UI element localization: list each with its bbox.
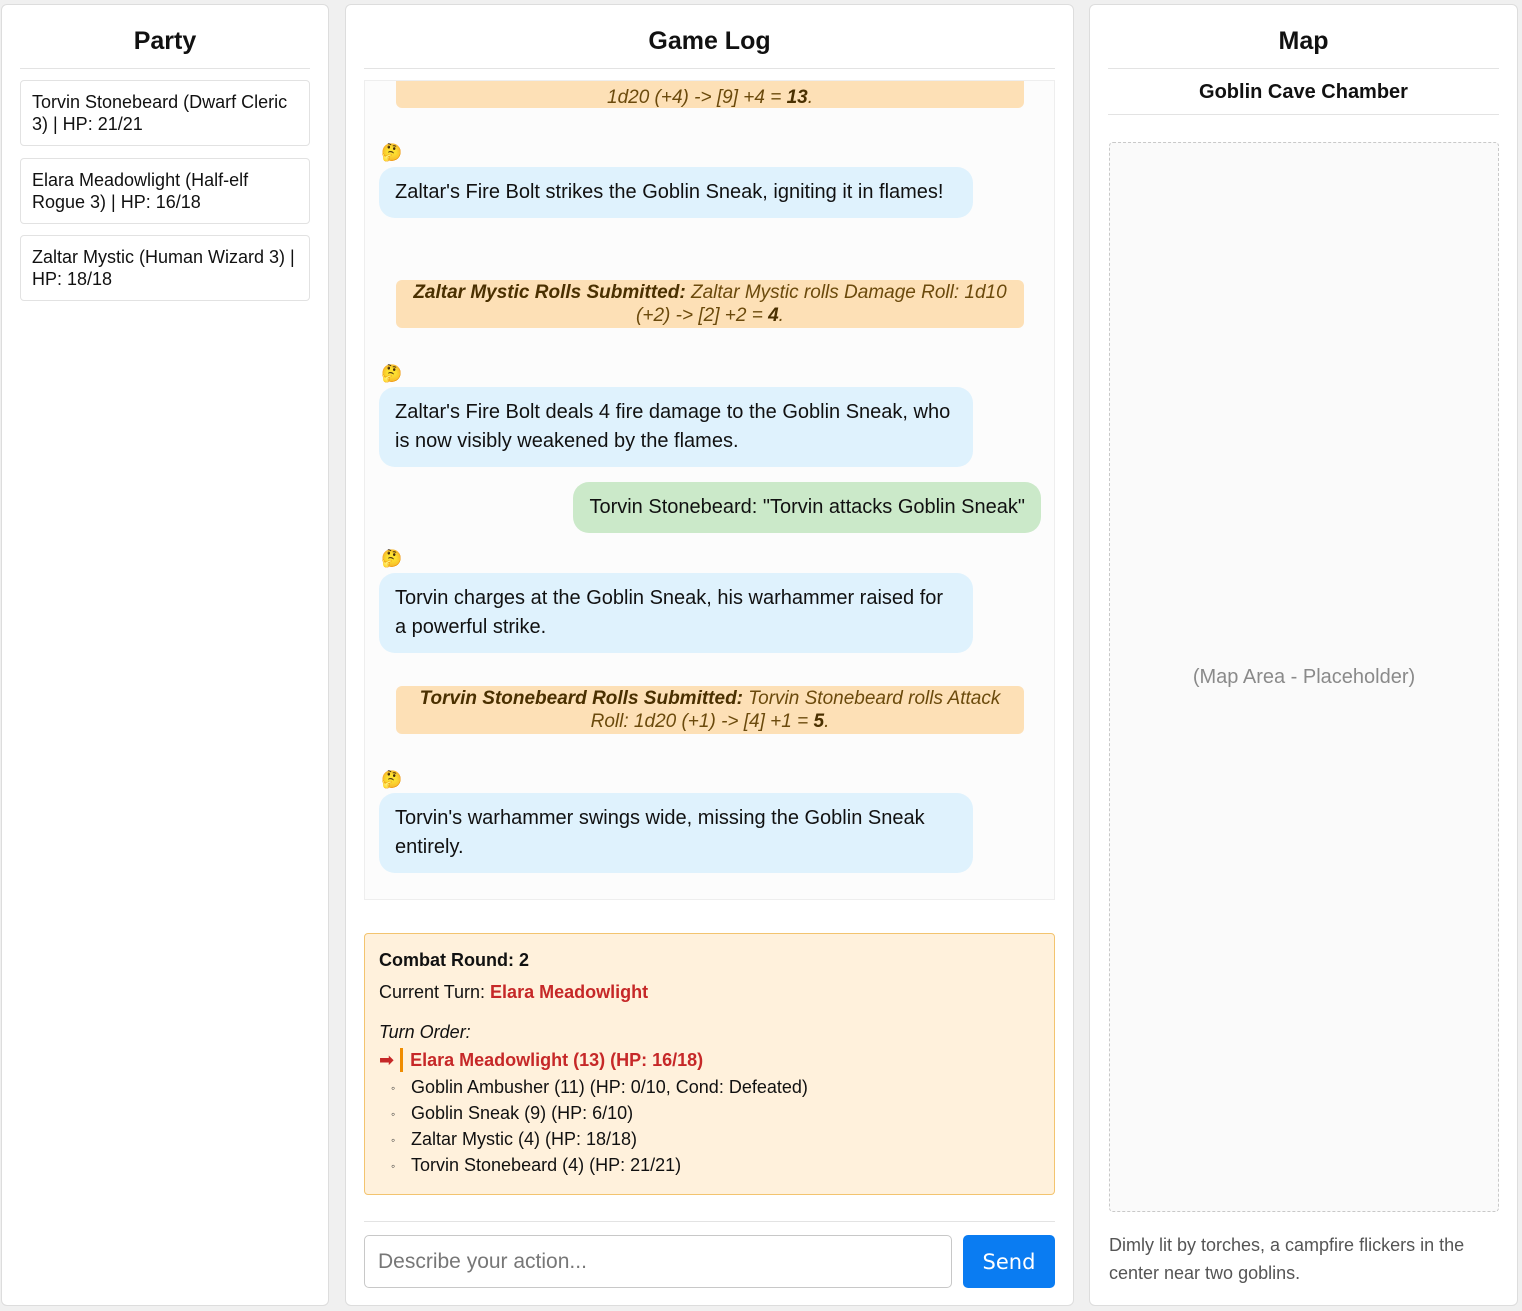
bullet-icon: ◦ xyxy=(391,1159,396,1173)
roll-message: Zaltar Mystic Rolls Submitted: Zaltar My… xyxy=(396,280,1024,328)
party-title: Party xyxy=(20,27,310,69)
turn-order-label: Turn Order: xyxy=(379,1022,471,1042)
bullet-icon: ◦ xyxy=(391,1107,396,1121)
map-panel: Map Goblin Cave Chamber (Map Area - Plac… xyxy=(1089,4,1518,1306)
narrator-emoji-icon: 🤔 xyxy=(381,549,403,568)
map-location-name: Goblin Cave Chamber xyxy=(1108,81,1499,115)
turn-order-entry: Goblin Sneak (9) (HP: 6/10) xyxy=(411,1103,634,1123)
bullet-icon: ◦ xyxy=(391,1081,396,1095)
narrator-emoji-icon: 🤔 xyxy=(381,143,403,162)
roll-total: 5 xyxy=(813,711,825,732)
turn-order-active-entry: ➡ Elara Meadowlight (13) (HP: 16/18) xyxy=(379,1048,703,1072)
action-input[interactable] xyxy=(364,1235,952,1288)
combat-tracker: Combat Round: 2 Current Turn: Elara Mead… xyxy=(364,933,1055,1195)
narrator-emoji-icon: 🤔 xyxy=(381,364,403,383)
map-placeholder-text: (Map Area - Placeholder) xyxy=(1192,665,1416,688)
game-log-scroll[interactable]: 1d20 (+4) -> [9] +4 = 13. 🤔 Zaltar's Fir… xyxy=(364,80,1055,900)
turn-order-entry: Torvin Stonebeard (4) (HP: 21/21) xyxy=(411,1155,682,1175)
roll-total: 13 xyxy=(786,87,808,108)
party-member-card[interactable]: Elara Meadowlight (Half-elf Rogue 3) | H… xyxy=(20,158,310,224)
roll-prefix: Torvin Stonebeard Rolls Submitted: xyxy=(419,688,744,709)
roll-message: 1d20 (+4) -> [9] +4 = 13. xyxy=(396,81,1024,108)
party-member-card[interactable]: Zaltar Mystic (Human Wizard 3) | HP: 18/… xyxy=(20,235,310,301)
narrator-message: Zaltar's Fire Bolt deals 4 fire damage t… xyxy=(379,387,973,467)
send-button[interactable]: Send xyxy=(963,1235,1055,1288)
roll-prefix: Zaltar Mystic Rolls Submitted: xyxy=(413,282,686,303)
game-log-panel: Game Log 1d20 (+4) -> [9] +4 = 13. 🤔 Zal… xyxy=(345,4,1074,1306)
current-turn-label: Current Turn: xyxy=(379,982,491,1002)
current-turn-name: Elara Meadowlight xyxy=(490,982,649,1002)
narrator-message: Torvin's warhammer swings wide, missing … xyxy=(379,793,973,873)
narrator-message: Torvin charges at the Goblin Sneak, his … xyxy=(379,573,973,653)
party-member-card[interactable]: Torvin Stonebeard (Dwarf Cleric 3) | HP:… xyxy=(20,80,310,146)
roll-text: Zaltar Mystic rolls Damage Roll: 1d10 (+… xyxy=(636,282,1007,326)
map-description: Dimly lit by torches, a campfire flicker… xyxy=(1109,1235,1465,1283)
user-message: Torvin Stonebeard: "Torvin attacks Gobli… xyxy=(573,482,1041,533)
active-entry-text: Elara Meadowlight (13) (HP: 16/18) xyxy=(410,1049,704,1070)
roll-total: 4 xyxy=(768,305,779,326)
game-log-title: Game Log xyxy=(364,27,1055,69)
narrator-emoji-icon: 🤔 xyxy=(381,770,403,789)
map-area[interactable]: (Map Area - Placeholder) xyxy=(1109,142,1499,1212)
narrator-message: Zaltar's Fire Bolt strikes the Goblin Sn… xyxy=(379,167,973,218)
party-panel: Party Torvin Stonebeard (Dwarf Cleric 3)… xyxy=(1,4,329,1306)
bullet-icon: ◦ xyxy=(391,1133,396,1147)
active-indicator-bar xyxy=(400,1048,404,1072)
turn-order-entry: Zaltar Mystic (4) (HP: 18/18) xyxy=(411,1129,638,1149)
current-turn: Current Turn: Elara Meadowlight xyxy=(379,982,648,1003)
roll-message: Torvin Stonebeard Rolls Submitted: Torvi… xyxy=(396,686,1024,734)
roll-text: 1d20 (+4) -> [9] +4 = xyxy=(607,87,787,108)
input-divider xyxy=(364,1221,1055,1222)
turn-order-entry: Goblin Ambusher (11) (HP: 0/10, Cond: De… xyxy=(411,1077,808,1097)
combat-round: Combat Round: 2 xyxy=(379,950,529,970)
arrow-right-icon: ➡ xyxy=(379,1049,395,1070)
map-title: Map xyxy=(1108,27,1499,69)
